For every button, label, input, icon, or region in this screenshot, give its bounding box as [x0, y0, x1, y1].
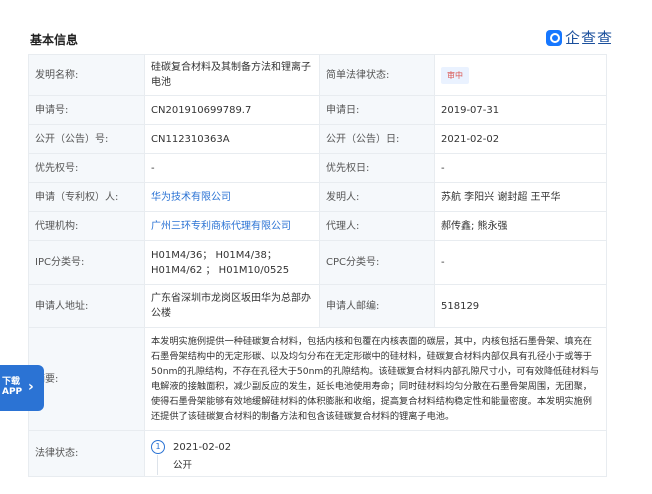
value-publication-no: CN112310363A [144, 124, 320, 154]
header: 基本信息 企查查 [0, 0, 652, 52]
label-ipc: IPC分类号: [28, 240, 145, 285]
label-legal-status: 简单法律状态: [319, 54, 435, 96]
value-agent: 郝传鑫; 熊永强 [434, 211, 607, 241]
value-ipc: H01M4/36； H01M4/38； H01M4/62 ； H01M10/05… [144, 240, 320, 285]
table-row: 公开（公告）号: CN112310363A 公开（公告）日: 2021-02-0… [28, 124, 607, 154]
timeline-connector [157, 454, 158, 475]
label-application-date: 申请日: [319, 95, 435, 125]
label-priority-date: 优先权日: [319, 153, 435, 183]
label-agency: 代理机构: [28, 211, 145, 241]
app-button-line1: 下载 [2, 377, 21, 387]
table-row: 申请人地址: 广东省深圳市龙岗区坂田华为总部办公楼 申请人邮编: 518129 [28, 284, 607, 328]
label-publication-date: 公开（公告）日: [319, 124, 435, 154]
legal-timeline: 1 2021-02-02 公开 [151, 436, 600, 475]
abstract-text: 本发明实施例提供一种硅碳复合材料，包括内核和包覆在内核表面的碳层，其中，内核包括… [144, 327, 607, 431]
table-row: 申请（专利权）人: 华为技术有限公司 发明人: 苏航 李阳兴 谢封超 王平华 [28, 182, 607, 212]
label-agent: 代理人: [319, 211, 435, 241]
table-row: 代理机构: 广州三环专利商标代理有限公司 代理人: 郝传鑫; 熊永强 [28, 211, 607, 241]
label-priority-no: 优先权号: [28, 153, 145, 183]
timeline-status: 公开 [173, 459, 193, 471]
value-cpc: - [434, 240, 607, 285]
label-publication-no: 公开（公告）号: [28, 124, 145, 154]
chevron-right-icon: › [28, 379, 34, 395]
value-application-no: CN201910699789.7 [144, 95, 320, 125]
table-row: 优先权号: - 优先权日: - [28, 153, 607, 183]
search-logo-icon [546, 29, 562, 46]
applicant-link[interactable]: 华为技术有限公司 [151, 192, 231, 203]
timeline-step-number: 1 [151, 439, 165, 454]
value-title: 硅碳复合材料及其制备方法和锂离子电池 [144, 54, 320, 96]
label-inventors: 发明人: [319, 182, 435, 212]
qichacha-logo[interactable]: 企查查 [546, 27, 613, 48]
value-inventors: 苏航 李阳兴 谢封超 王平华 [434, 182, 607, 212]
table-row: 法律状态: 1 2021-02-02 公开 [28, 430, 607, 477]
patent-info-table: 发明名称: 硅碳复合材料及其制备方法和锂离子电池 简单法律状态: 审中 申请号:… [28, 54, 607, 477]
value-postcode: 518129 [434, 284, 607, 328]
value-address: 广东省深圳市龙岗区坂田华为总部办公楼 [144, 284, 320, 328]
value-priority-no: - [144, 153, 320, 183]
value-application-date: 2019-07-31 [434, 95, 607, 125]
label-applicant: 申请（专利权）人: [28, 182, 145, 212]
app-button-line2: APP [2, 387, 23, 397]
label-legal: 法律状态: [28, 430, 145, 477]
timeline-date: 2021-02-02 [173, 441, 232, 453]
label-abstract: 摘要: [28, 327, 145, 431]
table-row: 申请号: CN201910699789.7 申请日: 2019-07-31 [28, 95, 607, 125]
status-badge: 审中 [441, 66, 469, 84]
label-postcode: 申请人邮编: [319, 284, 435, 328]
logo-text: 企查查 [565, 29, 614, 47]
download-app-button[interactable]: 下载 APP › [0, 365, 44, 411]
value-priority-date: - [434, 153, 607, 183]
label-address: 申请人地址: [28, 284, 145, 328]
section-title: 基本信息 [30, 33, 79, 47]
label-application-no: 申请号: [28, 95, 145, 125]
agency-link[interactable]: 广州三环专利商标代理有限公司 [151, 221, 291, 232]
label-cpc: CPC分类号: [319, 240, 435, 285]
table-row: 发明名称: 硅碳复合材料及其制备方法和锂离子电池 简单法律状态: 审中 [28, 54, 607, 96]
table-row: IPC分类号: H01M4/36； H01M4/38； H01M4/62 ； H… [28, 240, 607, 285]
value-publication-date: 2021-02-02 [434, 124, 607, 154]
label-title: 发明名称: [28, 54, 145, 96]
table-row: 摘要: 本发明实施例提供一种硅碳复合材料，包括内核和包覆在内核表面的碳层，其中，… [28, 327, 607, 431]
